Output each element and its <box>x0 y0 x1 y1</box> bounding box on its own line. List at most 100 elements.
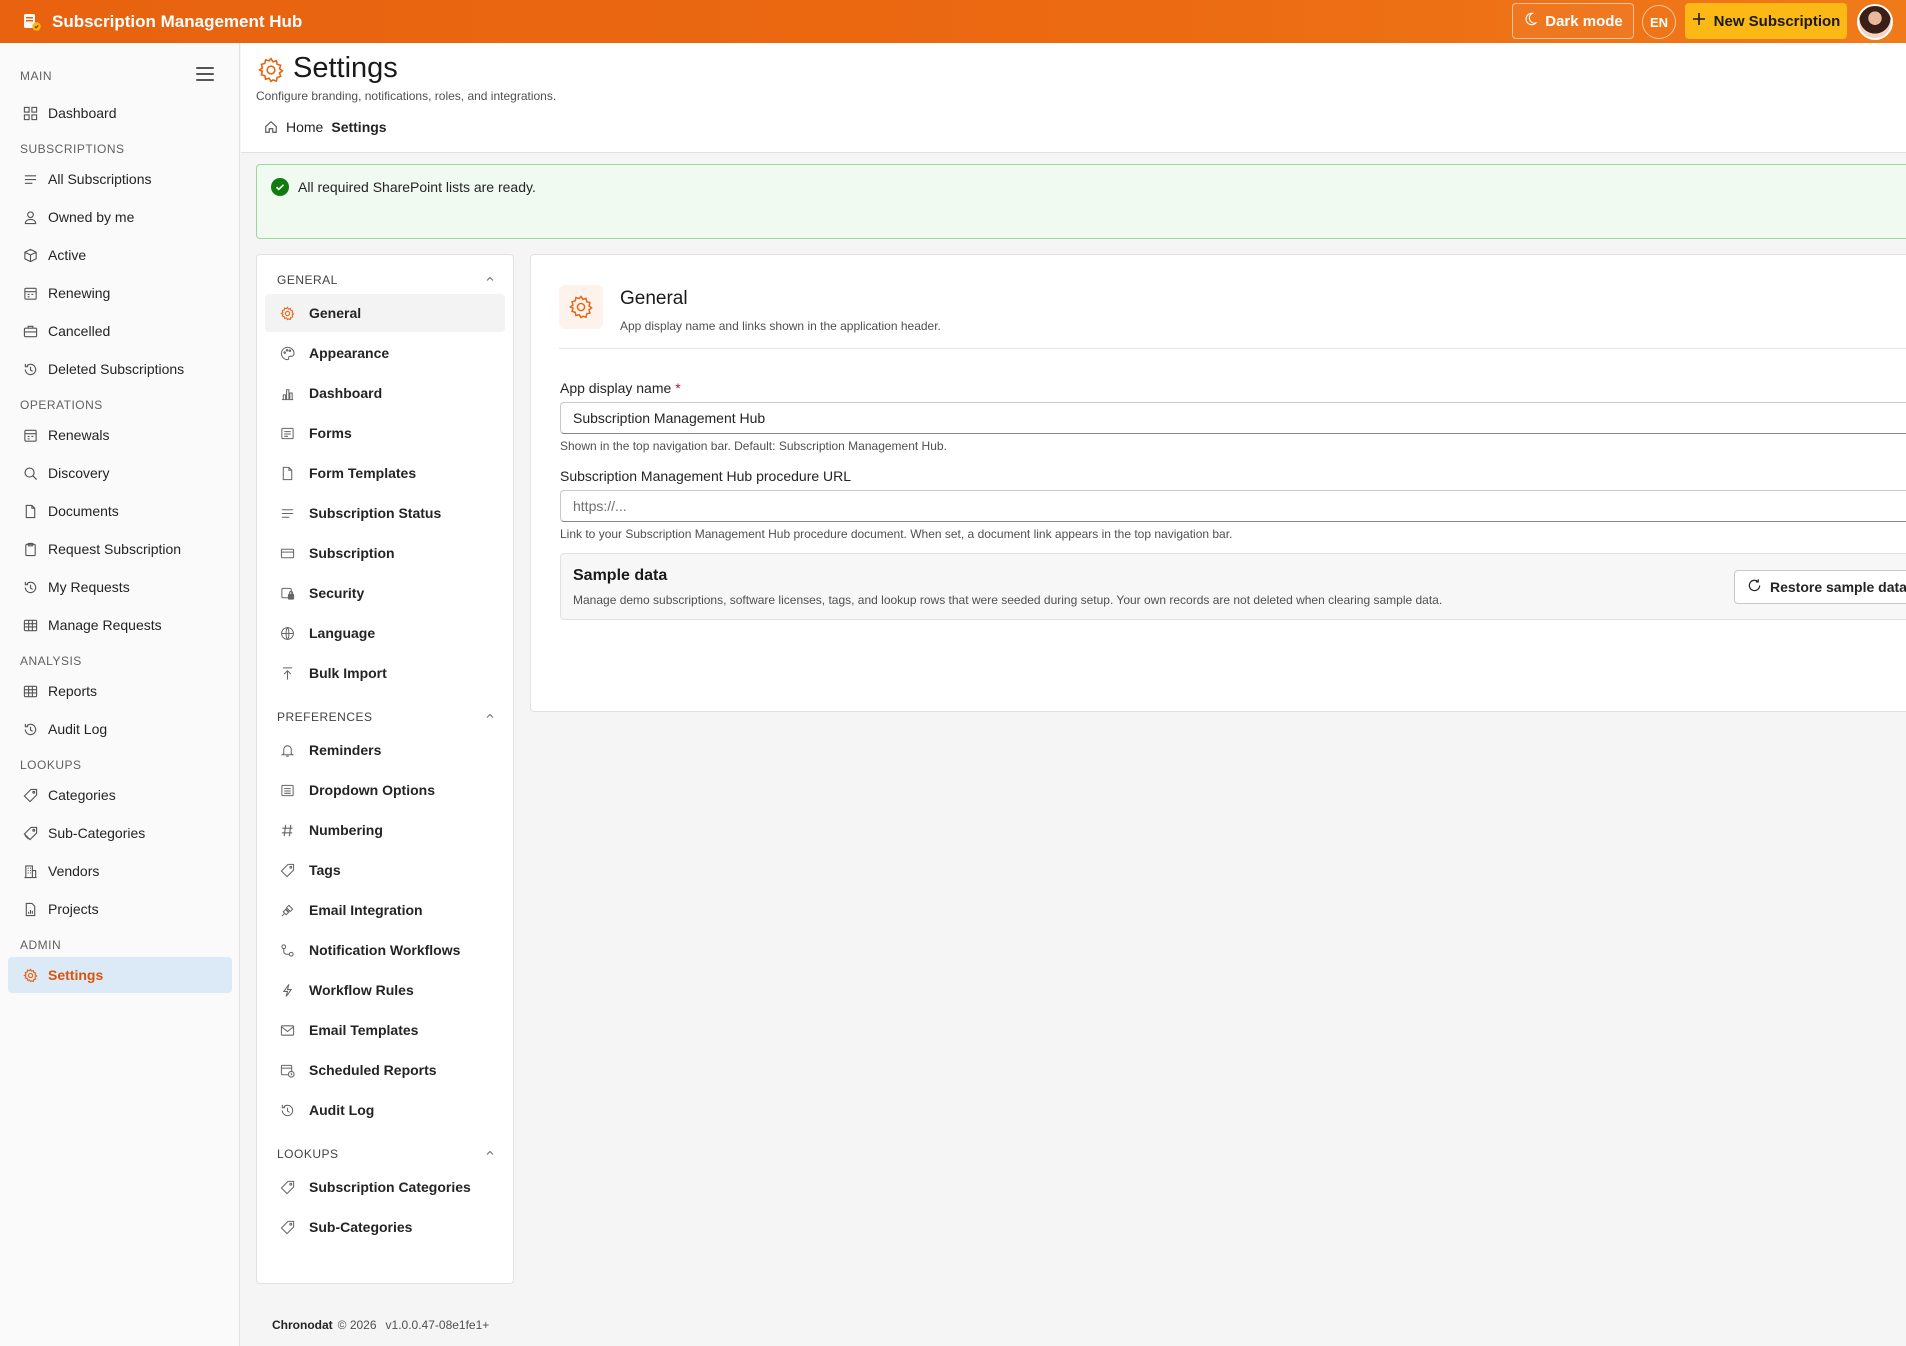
chevron-up-icon <box>485 1147 495 1157</box>
settings-nav-appearance[interactable]: Appearance <box>265 334 505 372</box>
settings-nav-language[interactable]: Language <box>265 614 505 652</box>
settings-nav-form-templates[interactable]: Form Templates <box>265 454 505 492</box>
sample-data-title: Sample data <box>573 567 668 584</box>
settings-nav-subscription-status[interactable]: Subscription Status <box>265 494 505 532</box>
sidebar-section-analysis: ANALYSIS <box>20 654 82 668</box>
lines-icon <box>279 505 295 521</box>
success-alert: All required SharePoint lists are ready. <box>256 164 1906 239</box>
user-avatar[interactable] <box>1857 4 1893 40</box>
page-header: Settings Configure branding, notificatio… <box>241 43 1906 153</box>
sidebar-section-subscriptions: SUBSCRIPTIONS <box>20 142 125 156</box>
top-navigation-bar: Subscription Management Hub Dark mode EN… <box>0 0 1906 43</box>
form-icon <box>279 425 295 441</box>
settings-nav-subscription-categories[interactable]: Subscription Categories <box>265 1168 505 1206</box>
history-icon <box>279 1102 295 1118</box>
settings-nav-bulk-import[interactable]: Bulk Import <box>265 654 505 692</box>
settings-nav-numbering[interactable]: Numbering <box>265 811 505 849</box>
sidebar-item-categories[interactable]: Categories <box>8 777 232 813</box>
sidebar-item-owned-by-me[interactable]: Owned by me <box>8 199 232 235</box>
settings-nav-security[interactable]: Security <box>265 574 505 612</box>
sidebar-item-my-requests[interactable]: My Requests <box>8 569 232 605</box>
settings-navigation: GENERAL General Appearance Dashboard For… <box>256 254 514 1284</box>
sidebar-item-request-subscription[interactable]: Request Subscription <box>8 531 232 567</box>
sidebar-item-audit-log[interactable]: Audit Log <box>8 711 232 747</box>
sidebar-item-all-subscriptions[interactable]: All Subscriptions <box>8 161 232 197</box>
calendar-icon <box>22 427 38 443</box>
sidebar-item-reports[interactable]: Reports <box>8 673 232 709</box>
breadcrumb: Home Settings <box>264 119 387 135</box>
gear-icon <box>22 967 38 983</box>
gear-icon <box>559 285 603 329</box>
footer-company: Chronodat <box>272 1318 333 1332</box>
sidebar-item-deleted-subscriptions[interactable]: Deleted Subscriptions <box>8 351 232 387</box>
procedure-url-label: Subscription Management Hub procedure UR… <box>560 468 852 484</box>
settings-nav-reminders[interactable]: Reminders <box>265 731 505 769</box>
sidebar-item-manage-requests[interactable]: Manage Requests <box>8 607 232 643</box>
settings-nav-subscription[interactable]: Subscription <box>265 534 505 572</box>
settings-nav-email-templates[interactable]: Email Templates <box>265 1011 505 1049</box>
sidebar-item-vendors[interactable]: Vendors <box>8 853 232 889</box>
language-switcher[interactable]: EN <box>1642 5 1676 39</box>
settings-nav-workflow-rules[interactable]: Workflow Rules <box>265 971 505 1009</box>
left-sidebar: MAIN Dashboard SUBSCRIPTIONS All Subscri… <box>0 43 240 1346</box>
sample-data-panel: Sample data Manage demo subscriptions, s… <box>560 553 1906 620</box>
sidebar-item-projects[interactable]: Projects <box>8 891 232 927</box>
tag-icon <box>279 862 295 878</box>
footer-copyright: © 2026 <box>337 1318 377 1332</box>
sidebar-section-main: MAIN <box>20 69 52 83</box>
settings-nav-forms[interactable]: Forms <box>265 414 505 452</box>
tag-icon <box>22 787 38 803</box>
settings-group-lookups[interactable]: LOOKUPS <box>277 1147 495 1161</box>
dark-mode-button[interactable]: Dark mode <box>1512 3 1634 39</box>
calendar-clock-icon <box>279 1062 295 1078</box>
sidebar-item-settings[interactable]: Settings <box>8 957 232 993</box>
plus-icon <box>1692 12 1706 30</box>
sidebar-item-documents[interactable]: Documents <box>8 493 232 529</box>
new-subscription-label: New Subscription <box>1713 12 1841 30</box>
settings-nav-notification-workflows[interactable]: Notification Workflows <box>265 931 505 969</box>
settings-nav-audit-log[interactable]: Audit Log <box>265 1091 505 1129</box>
settings-nav-dashboard[interactable]: Dashboard <box>265 374 505 412</box>
sidebar-item-active[interactable]: Active <box>8 237 232 273</box>
settings-nav-sub-categories[interactable]: Sub-Categories <box>265 1208 505 1246</box>
settings-group-general[interactable]: GENERAL <box>277 273 495 287</box>
breadcrumb-home[interactable]: Home <box>286 119 323 135</box>
settings-nav-dropdown-options[interactable]: Dropdown Options <box>265 771 505 809</box>
settings-nav-tags[interactable]: Tags <box>265 851 505 889</box>
page-title: Settings <box>293 52 398 84</box>
sidebar-item-sub-categories[interactable]: Sub-Categories <box>8 815 232 851</box>
new-subscription-button[interactable]: New Subscription <box>1685 3 1847 39</box>
app-display-name-label: App display name * <box>560 380 681 396</box>
chevron-up-icon <box>485 710 495 720</box>
sidebar-item-renewals[interactable]: Renewals <box>8 417 232 453</box>
history-icon <box>22 721 38 737</box>
sidebar-item-cancelled[interactable]: Cancelled <box>8 313 232 349</box>
app-brand[interactable]: Subscription Management Hub <box>22 12 302 32</box>
person-icon <box>22 209 38 225</box>
settings-nav-general[interactable]: General <box>265 294 505 332</box>
box-icon <box>22 247 38 263</box>
settings-group-preferences[interactable]: PREFERENCES <box>277 710 495 724</box>
moon-icon <box>1523 12 1538 30</box>
settings-nav-scheduled-reports[interactable]: Scheduled Reports <box>265 1051 505 1089</box>
app-logo-icon <box>22 12 42 32</box>
general-settings-card: General App display name and links shown… <box>530 254 1906 712</box>
gear-icon <box>257 56 285 84</box>
required-mark: * <box>675 380 681 396</box>
restore-sample-data-button[interactable]: Restore sample data <box>1734 570 1906 604</box>
app-display-name-input[interactable] <box>560 402 1906 434</box>
building-icon <box>22 863 38 879</box>
sidebar-item-renewing[interactable]: Renewing <box>8 275 232 311</box>
grid-icon <box>22 105 38 121</box>
hamburger-menu-icon[interactable] <box>196 67 214 81</box>
settings-nav-email-integration[interactable]: Email Integration <box>265 891 505 929</box>
calendar-icon <box>22 285 38 301</box>
refresh-icon <box>1747 578 1762 596</box>
sidebar-item-dashboard[interactable]: Dashboard <box>8 95 232 131</box>
gear-icon <box>279 305 295 321</box>
history-icon <box>22 361 38 377</box>
sidebar-item-discovery[interactable]: Discovery <box>8 455 232 491</box>
sidebar-section-operations: OPERATIONS <box>20 398 103 412</box>
procedure-url-input[interactable] <box>560 490 1906 522</box>
divider <box>559 348 1906 349</box>
